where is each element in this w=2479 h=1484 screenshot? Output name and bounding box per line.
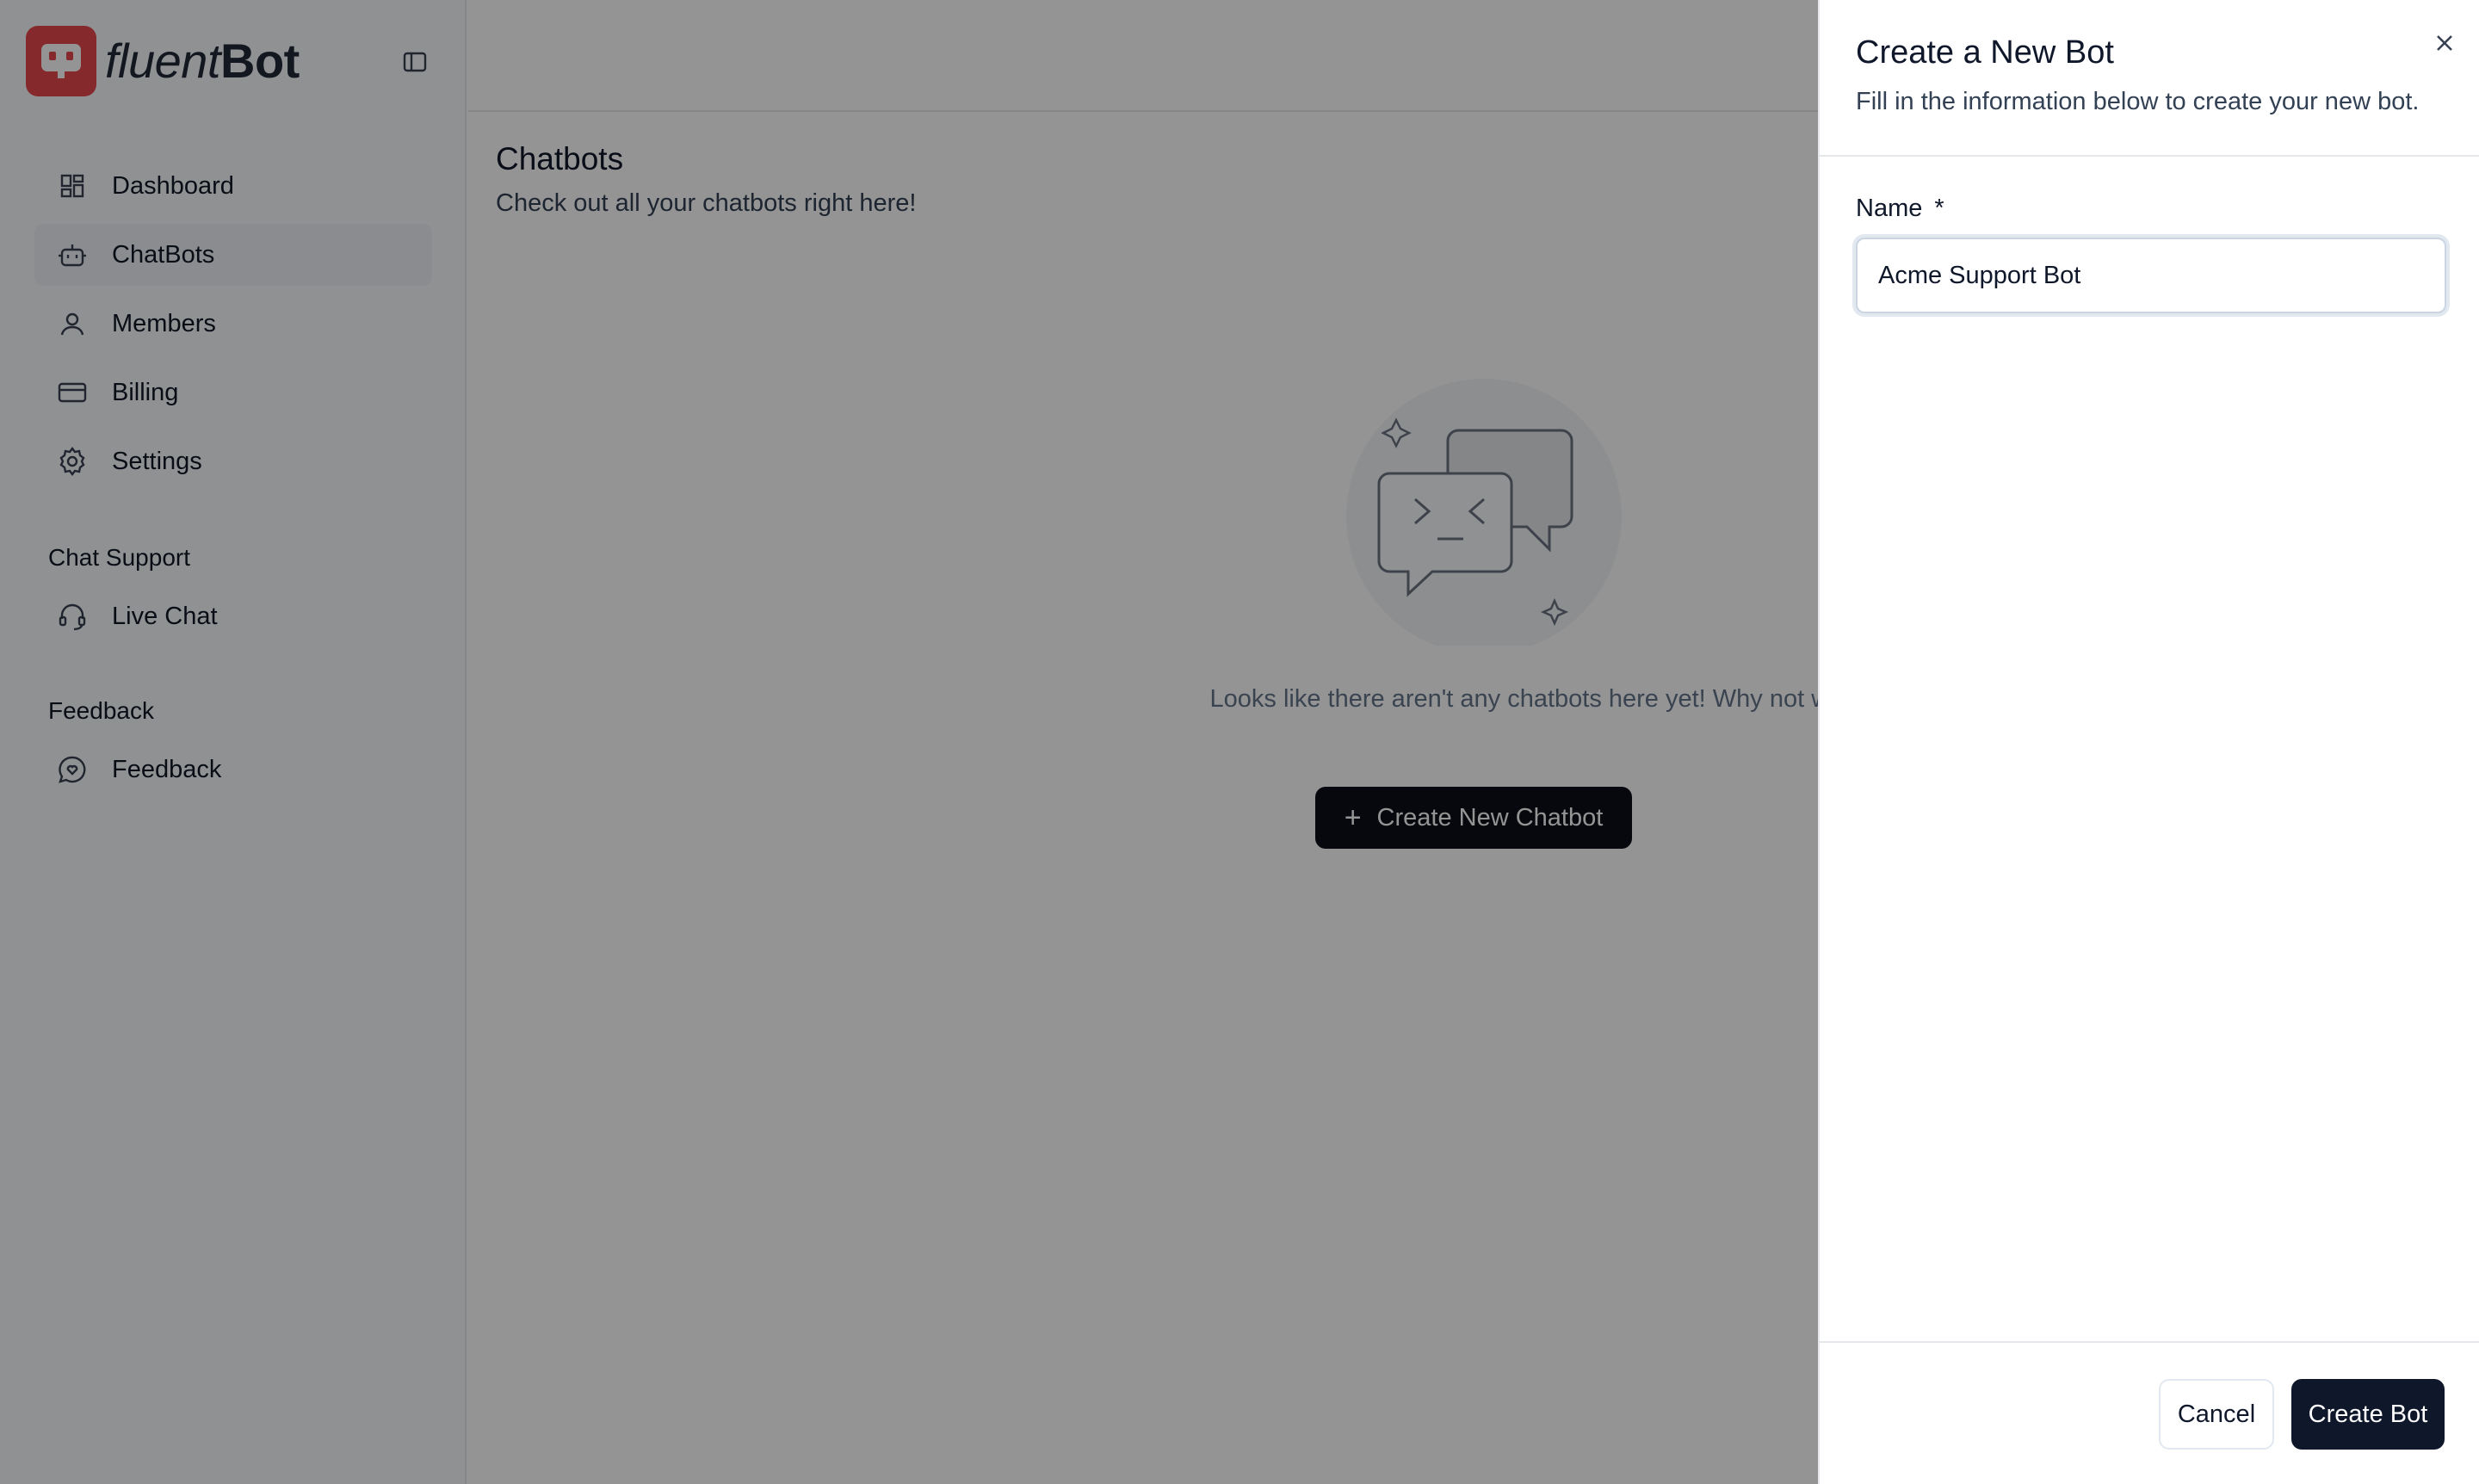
name-field-label: Name *	[1856, 195, 1944, 223]
bot-name-input[interactable]	[1856, 238, 2446, 313]
drawer-footer-divider	[1820, 1341, 2479, 1343]
create-bot-drawer: Create a New Bot Fill in the information…	[1818, 0, 2479, 1484]
modal-overlay[interactable]	[0, 0, 1818, 1484]
cancel-button[interactable]: Cancel	[2159, 1379, 2274, 1450]
required-mark: *	[1934, 195, 1944, 222]
drawer-header-divider	[1820, 155, 2479, 157]
close-icon[interactable]	[2427, 26, 2462, 60]
drawer-subtitle: Fill in the information below to create …	[1856, 88, 2420, 115]
name-label-text: Name	[1856, 195, 1923, 222]
app: fluentBot Dashboard ChatBots Members Bil…	[0, 0, 2479, 1484]
create-bot-button[interactable]: Create Bot	[2291, 1379, 2445, 1450]
drawer-title: Create a New Bot	[1856, 34, 2114, 71]
